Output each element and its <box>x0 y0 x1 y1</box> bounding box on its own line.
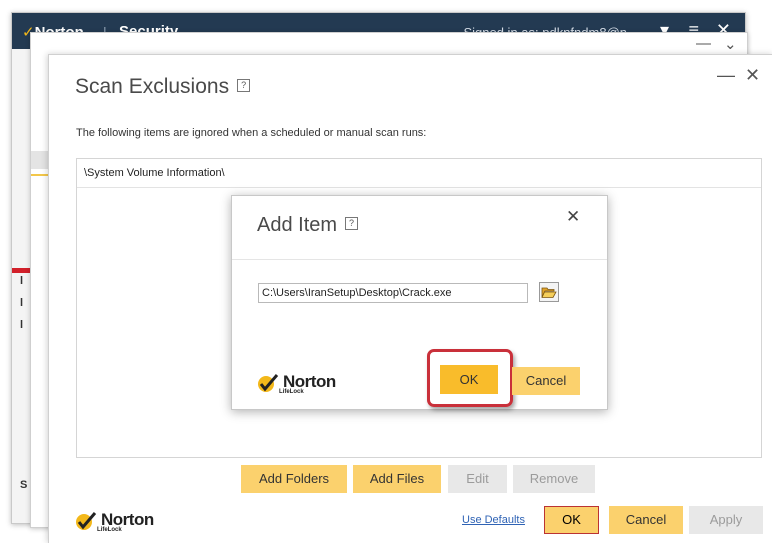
path-input[interactable] <box>258 283 528 303</box>
close-icon[interactable]: ✕ <box>745 65 760 86</box>
norton-logo: Norton LifeLock <box>257 372 336 395</box>
add-item-title: Add Item? <box>257 214 359 237</box>
help-icon[interactable]: ? <box>345 217 359 231</box>
list-item[interactable]: \System Volume Information\ <box>77 159 761 188</box>
ok-button[interactable]: OK <box>440 365 498 394</box>
use-defaults-link[interactable]: Use Defaults <box>462 514 525 526</box>
row-letter: l <box>20 319 24 331</box>
folder-open-icon <box>541 287 557 298</box>
cancel-button[interactable]: Cancel <box>512 367 580 395</box>
norton-logo: Norton LifeLock <box>75 510 154 533</box>
help-icon[interactable]: ? <box>237 78 251 92</box>
dialog-description: The following items are ignored when a s… <box>76 127 427 139</box>
minimize-icon[interactable]: — <box>717 65 735 86</box>
panel-accent <box>31 174 49 176</box>
panel-band <box>31 151 49 169</box>
row-letter: S <box>20 479 28 491</box>
dialog-title: Scan Exclusions? <box>75 75 251 99</box>
chevron-down-icon[interactable]: ⌄ <box>724 35 737 53</box>
minimize-icon[interactable]: — <box>696 35 711 52</box>
add-item-dialog: Add Item? ✕ Norton LifeLock OK Cancel <box>231 195 608 410</box>
add-files-button[interactable]: Add Files <box>353 465 441 493</box>
row-letter: l <box>20 297 24 309</box>
remove-button[interactable]: Remove <box>513 465 595 493</box>
cancel-button[interactable]: Cancel <box>609 506 683 534</box>
divider <box>232 259 607 260</box>
add-folders-button[interactable]: Add Folders <box>241 465 347 493</box>
close-icon[interactable]: ✕ <box>566 207 580 227</box>
row-letter: l <box>20 275 24 287</box>
browse-button[interactable] <box>539 282 559 302</box>
ok-button[interactable]: OK <box>544 506 599 534</box>
apply-button[interactable]: Apply <box>689 506 763 534</box>
edit-button[interactable]: Edit <box>448 465 507 493</box>
